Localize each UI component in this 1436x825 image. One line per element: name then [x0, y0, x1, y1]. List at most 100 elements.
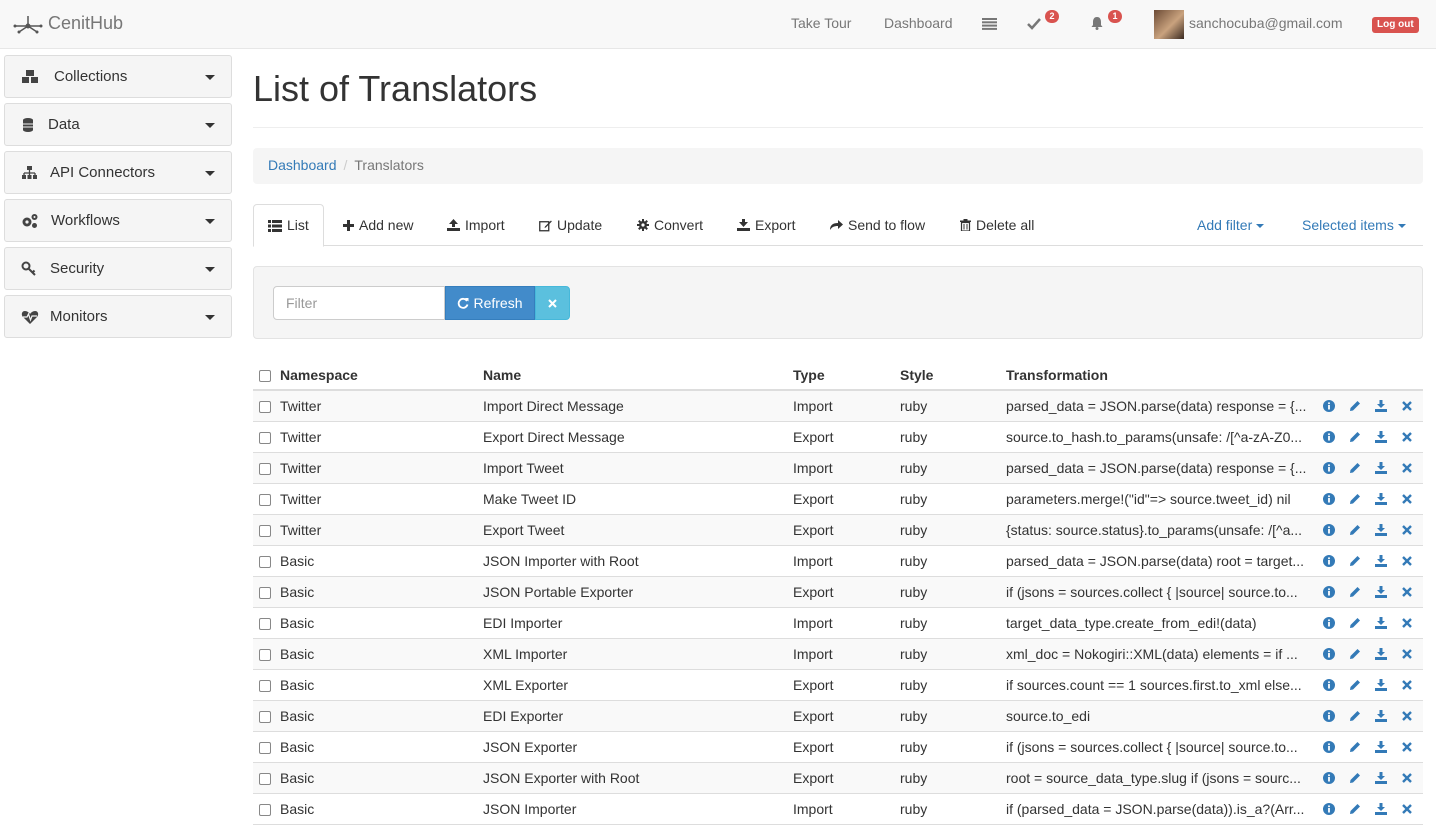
info-icon[interactable] [1322, 461, 1336, 475]
tab-send-to-flow[interactable]: Send to flow [829, 204, 925, 246]
info-icon[interactable] [1322, 492, 1336, 506]
user-email[interactable]: sanchocuba@gmail.com [1189, 15, 1343, 31]
info-icon[interactable] [1322, 771, 1336, 785]
row-checkbox[interactable] [259, 463, 271, 475]
delete-icon[interactable] [1400, 709, 1414, 723]
delete-icon[interactable] [1400, 740, 1414, 754]
tab-add-new[interactable]: Add new [343, 204, 413, 246]
filter-input[interactable] [273, 286, 445, 320]
edit-pencil-icon[interactable] [1348, 461, 1362, 475]
edit-pencil-icon[interactable] [1348, 647, 1362, 661]
info-icon[interactable] [1322, 554, 1336, 568]
column-header-type[interactable]: Type [793, 367, 825, 383]
refresh-button[interactable]: Refresh [445, 286, 535, 320]
column-header-style[interactable]: Style [900, 367, 933, 383]
delete-icon[interactable] [1400, 554, 1414, 568]
download-icon[interactable] [1374, 430, 1388, 444]
download-icon[interactable] [1374, 678, 1388, 692]
info-icon[interactable] [1322, 430, 1336, 444]
tab-list[interactable]: List [253, 204, 324, 247]
add-filter-dropdown[interactable]: Add filter [1197, 204, 1265, 246]
notifications-bell-icon[interactable] [1090, 16, 1104, 33]
info-icon[interactable] [1322, 802, 1336, 816]
avatar[interactable] [1154, 10, 1184, 39]
download-icon[interactable] [1374, 740, 1388, 754]
delete-icon[interactable] [1400, 399, 1414, 413]
column-header-name[interactable]: Name [483, 367, 521, 383]
edit-pencil-icon[interactable] [1348, 740, 1362, 754]
delete-icon[interactable] [1400, 771, 1414, 785]
selected-items-dropdown[interactable]: Selected items [1302, 204, 1406, 246]
delete-icon[interactable] [1400, 585, 1414, 599]
edit-pencil-icon[interactable] [1348, 492, 1362, 506]
column-header-namespace[interactable]: Namespace [280, 367, 358, 383]
sidebar-item-data[interactable]: Data [4, 103, 232, 146]
tab-export[interactable]: Export [737, 204, 795, 246]
breadcrumb-dashboard-link[interactable]: Dashboard [268, 157, 337, 173]
download-icon[interactable] [1374, 802, 1388, 816]
info-icon[interactable] [1322, 585, 1336, 599]
delete-icon[interactable] [1400, 616, 1414, 630]
delete-icon[interactable] [1400, 678, 1414, 692]
delete-icon[interactable] [1400, 647, 1414, 661]
download-icon[interactable] [1374, 554, 1388, 568]
info-icon[interactable] [1322, 709, 1336, 723]
download-icon[interactable] [1374, 616, 1388, 630]
tab-convert[interactable]: Convert [637, 204, 703, 246]
row-checkbox[interactable] [259, 618, 271, 630]
info-icon[interactable] [1322, 647, 1336, 661]
download-icon[interactable] [1374, 461, 1388, 475]
delete-icon[interactable] [1400, 430, 1414, 444]
edit-pencil-icon[interactable] [1348, 523, 1362, 537]
download-icon[interactable] [1374, 492, 1388, 506]
row-checkbox[interactable] [259, 494, 271, 506]
row-checkbox[interactable] [259, 680, 271, 692]
tasks-check-icon[interactable] [1027, 17, 1041, 33]
delete-icon[interactable] [1400, 523, 1414, 537]
info-icon[interactable] [1322, 523, 1336, 537]
list-menu-icon[interactable] [982, 17, 997, 33]
dashboard-link[interactable]: Dashboard [884, 15, 953, 31]
edit-pencil-icon[interactable] [1348, 771, 1362, 785]
edit-pencil-icon[interactable] [1348, 430, 1362, 444]
sidebar-item-collections[interactable]: Collections [4, 55, 232, 98]
info-icon[interactable] [1322, 740, 1336, 754]
download-icon[interactable] [1374, 709, 1388, 723]
download-icon[interactable] [1374, 771, 1388, 785]
row-checkbox[interactable] [259, 804, 271, 816]
info-icon[interactable] [1322, 678, 1336, 692]
download-icon[interactable] [1374, 585, 1388, 599]
tab-update[interactable]: Update [539, 204, 602, 246]
download-icon[interactable] [1374, 647, 1388, 661]
select-all-checkbox[interactable] [259, 370, 271, 382]
row-checkbox[interactable] [259, 556, 271, 568]
row-checkbox[interactable] [259, 649, 271, 661]
edit-pencil-icon[interactable] [1348, 616, 1362, 630]
edit-pencil-icon[interactable] [1348, 554, 1362, 568]
edit-pencil-icon[interactable] [1348, 399, 1362, 413]
row-checkbox[interactable] [259, 525, 271, 537]
edit-pencil-icon[interactable] [1348, 802, 1362, 816]
delete-icon[interactable] [1400, 461, 1414, 475]
take-tour-link[interactable]: Take Tour [791, 15, 851, 31]
sidebar-item-security[interactable]: Security [4, 247, 232, 290]
sidebar-item-monitors[interactable]: Monitors [4, 295, 232, 338]
download-icon[interactable] [1374, 399, 1388, 413]
logout-button[interactable]: Log out [1372, 17, 1419, 33]
info-icon[interactable] [1322, 616, 1336, 630]
brand[interactable]: CenitHub [12, 13, 123, 34]
delete-icon[interactable] [1400, 802, 1414, 816]
edit-pencil-icon[interactable] [1348, 709, 1362, 723]
row-checkbox[interactable] [259, 711, 271, 723]
row-checkbox[interactable] [259, 773, 271, 785]
row-checkbox[interactable] [259, 587, 271, 599]
sidebar-item-api-connectors[interactable]: API Connectors [4, 151, 232, 194]
row-checkbox[interactable] [259, 742, 271, 754]
row-checkbox[interactable] [259, 432, 271, 444]
tab-import[interactable]: Import [447, 204, 505, 246]
info-icon[interactable] [1322, 399, 1336, 413]
download-icon[interactable] [1374, 523, 1388, 537]
column-header-transformation[interactable]: Transformation [1006, 367, 1108, 383]
edit-pencil-icon[interactable] [1348, 585, 1362, 599]
delete-icon[interactable] [1400, 492, 1414, 506]
